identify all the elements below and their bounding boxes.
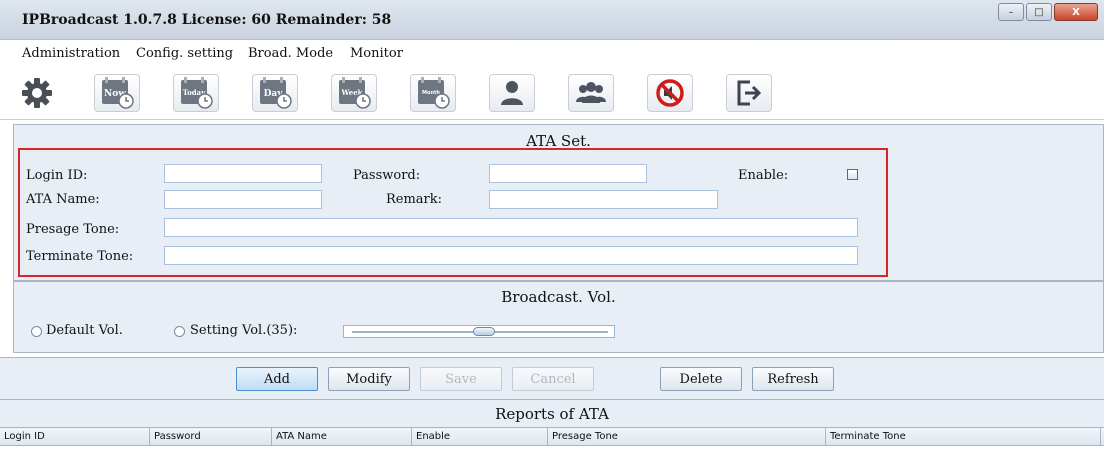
ata-name-label: ATA Name: (26, 192, 100, 207)
window-controls: – □ X (998, 3, 1098, 21)
today-schedule-button[interactable]: Today (173, 74, 219, 112)
minimize-button[interactable]: – (998, 3, 1024, 21)
broadcast-vol-panel: Broadcast. Vol. (13, 281, 1104, 353)
enable-label: Enable: (738, 168, 789, 183)
mute-button[interactable] (647, 74, 693, 112)
settings-gear-button[interactable] (14, 74, 60, 112)
toolbar: Now Today Day Week Month (0, 66, 1104, 120)
refresh-button[interactable]: Refresh (752, 367, 834, 391)
cancel-button[interactable]: Cancel (512, 367, 594, 391)
remark-input[interactable] (489, 190, 718, 209)
enable-checkbox[interactable] (847, 169, 858, 180)
password-label: Password: (353, 168, 421, 183)
setting-vol-label: Setting Vol.(35): (190, 323, 298, 338)
menu-administration[interactable]: Administration (22, 46, 120, 61)
now-schedule-button[interactable]: Now (94, 74, 140, 112)
col-enable[interactable]: Enable (412, 428, 548, 446)
maximize-button[interactable]: □ (1026, 3, 1052, 21)
menu-bar: Administration Config. setting Broad. Mo… (0, 40, 1104, 66)
menu-broad-mode[interactable]: Broad. Mode (248, 46, 333, 61)
exit-button[interactable] (726, 74, 772, 112)
mute-icon (656, 79, 684, 107)
user-button[interactable] (489, 74, 535, 112)
terminate-tone-input[interactable] (164, 246, 858, 265)
calendar-month-icon: Month (418, 77, 450, 109)
day-schedule-button[interactable]: Day (252, 74, 298, 112)
menu-monitor[interactable]: Monitor (350, 46, 403, 61)
reports-title: Reports of ATA (495, 405, 609, 423)
reports-header: Reports of ATA (0, 399, 1104, 427)
col-ata-name[interactable]: ATA Name (272, 428, 412, 446)
col-password[interactable]: Password (150, 428, 272, 446)
volume-slider[interactable] (343, 325, 615, 338)
week-schedule-button[interactable]: Week (331, 74, 377, 112)
menu-config-setting[interactable]: Config. setting (136, 46, 233, 61)
group-icon (576, 82, 606, 103)
action-button-bar: Add Modify Save Cancel Delete Refresh (0, 357, 1104, 399)
settings-gear-icon (22, 78, 52, 108)
save-button[interactable]: Save (420, 367, 502, 391)
calendar-now-icon: Now (102, 77, 134, 109)
presage-tone-label: Presage Tone: (26, 222, 120, 237)
col-terminate-tone[interactable]: Terminate Tone (826, 428, 1101, 446)
month-schedule-button[interactable]: Month (410, 74, 456, 112)
default-vol-label: Default Vol. (46, 323, 123, 338)
presage-tone-input[interactable] (164, 218, 858, 237)
col-presage-tone[interactable]: Presage Tone (548, 428, 826, 446)
setting-vol-radio[interactable] (174, 326, 185, 337)
login-id-input[interactable] (164, 164, 322, 183)
broadcast-vol-title: Broadcast. Vol. (501, 288, 616, 306)
calendar-week-icon: Week (339, 77, 371, 109)
add-button[interactable]: Add (236, 367, 318, 391)
remark-label: Remark: (386, 192, 443, 207)
title-bar: IPBroadcast 1.0.7.8 License: 60 Remainde… (0, 0, 1104, 40)
close-button[interactable]: X (1054, 3, 1098, 21)
default-vol-radio[interactable] (31, 326, 42, 337)
exit-icon (737, 80, 762, 106)
delete-button[interactable]: Delete (660, 367, 742, 391)
user-icon (501, 81, 523, 105)
login-id-label: Login ID: (26, 168, 88, 183)
calendar-today-icon: Today (181, 77, 213, 109)
group-button[interactable] (568, 74, 614, 112)
modify-button[interactable]: Modify (328, 367, 410, 391)
password-input[interactable] (489, 164, 647, 183)
reports-grid-header: Login ID Password ATA Name Enable Presag… (0, 427, 1104, 446)
window-title: IPBroadcast 1.0.7.8 License: 60 Remainde… (22, 12, 392, 28)
ata-name-input[interactable] (164, 190, 322, 209)
terminate-tone-label: Terminate Tone: (26, 249, 134, 264)
volume-slider-thumb[interactable] (473, 327, 495, 336)
col-login-id[interactable]: Login ID (0, 428, 150, 446)
calendar-day-icon: Day (260, 77, 292, 109)
